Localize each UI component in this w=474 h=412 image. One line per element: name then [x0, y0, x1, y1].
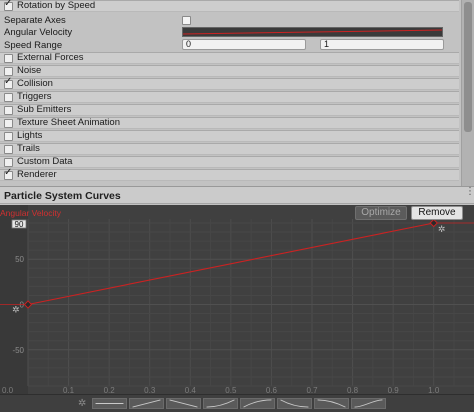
curve-preview-icon — [183, 29, 442, 35]
scrollbar-thumb[interactable] — [464, 2, 472, 132]
separate-axes-checkbox[interactable] — [182, 15, 191, 25]
rotation-by-speed-checkbox[interactable] — [4, 0, 13, 11]
x-tick-label: 0.4 — [185, 386, 197, 394]
module-texture-sheet-animation[interactable]: Texture Sheet Animation — [0, 117, 459, 129]
post-wrap-gear-icon[interactable]: ✲ — [438, 224, 446, 234]
module-label: Renderer — [17, 169, 57, 180]
angular-velocity-label: Angular Velocity — [4, 26, 73, 38]
curves-panel-header: Particle System Curves ⋮ — [0, 186, 474, 204]
speed-range-min-field[interactable]: 0 — [182, 39, 306, 50]
module-label: Custom Data — [17, 156, 73, 167]
x-tick-label: 0.7 — [306, 386, 318, 394]
preset-curve-icon — [280, 399, 309, 408]
pre-wrap-gear-icon[interactable]: ✲ — [12, 305, 20, 315]
module-checkbox[interactable] — [4, 157, 13, 167]
module-collision[interactable]: Collision — [0, 76, 459, 90]
module-label: Sub Emitters — [17, 104, 72, 115]
x-tick-label: 0.0 — [2, 386, 14, 394]
module-external-forces[interactable]: External Forces — [0, 52, 459, 64]
optimize-button[interactable]: Optimize — [355, 206, 407, 220]
x-tick-label: 0.3 — [144, 386, 156, 394]
preset-curve-icon — [169, 399, 198, 408]
x-tick-label: 0.8 — [347, 386, 359, 394]
module-label: Lights — [17, 130, 43, 141]
module-checkbox[interactable] — [4, 53, 13, 63]
module-custom-data[interactable]: Custom Data — [0, 156, 459, 168]
x-tick-label: 0.2 — [104, 386, 116, 394]
curve-preset-button[interactable] — [351, 398, 386, 409]
curve-name-label: Angular Velocity — [0, 208, 61, 218]
panel-menu-icon[interactable]: ⋮ — [465, 187, 474, 197]
inspector-scrollbar[interactable] — [461, 0, 474, 186]
separate-axes-label: Separate Axes — [4, 14, 66, 26]
module-checkbox[interactable] — [4, 144, 13, 154]
module-sub-emitters[interactable]: Sub Emitters — [0, 104, 459, 116]
x-tick-label: 0.9 — [388, 386, 400, 394]
remove-button[interactable]: Remove — [411, 206, 463, 220]
preset-curve-icon — [354, 399, 383, 408]
x-tick-label: 0.6 — [266, 386, 278, 394]
preset-curve-icon — [206, 399, 235, 408]
module-label: Noise — [17, 65, 42, 76]
y-axis-gutter — [0, 205, 28, 394]
module-label: Trails — [17, 143, 40, 154]
curve-preset-button[interactable] — [166, 398, 201, 409]
preset-curve-icon — [132, 399, 161, 408]
module-label: Triggers — [17, 91, 52, 102]
curve-plot[interactable]: 500-500.00.10.20.30.40.50.60.70.80.91.09… — [0, 205, 474, 394]
speed-range-max-field[interactable]: 1 — [320, 39, 444, 50]
curve-presets-bar: ✲ — [0, 394, 474, 412]
max-value-text: 90 — [15, 220, 24, 229]
gear-icon[interactable]: ✲ — [78, 398, 86, 409]
separate-axes-row: Separate Axes — [4, 14, 459, 26]
module-checkbox[interactable] — [4, 105, 13, 115]
module-checkbox[interactable] — [4, 131, 13, 141]
module-rotation-by-speed[interactable]: Rotation by Speed — [0, 0, 459, 12]
curve-preset-button[interactable] — [314, 398, 349, 409]
module-checkbox[interactable] — [4, 167, 13, 180]
x-tick-label: 0.5 — [225, 386, 237, 394]
angular-velocity-curve-field[interactable] — [182, 27, 443, 37]
curve-preset-button[interactable] — [277, 398, 312, 409]
module-checkbox[interactable] — [4, 118, 13, 128]
y-tick-label: 50 — [15, 255, 24, 264]
curve-preset-button[interactable] — [92, 398, 127, 409]
module-triggers[interactable]: Triggers — [0, 91, 459, 103]
module-lights[interactable]: Lights — [0, 130, 459, 142]
module-renderer[interactable]: Renderer — [0, 167, 459, 181]
curve-preset-button[interactable] — [129, 398, 164, 409]
curves-panel-title: Particle System Curves — [4, 190, 121, 202]
curve-preset-button[interactable] — [203, 398, 238, 409]
preset-curve-icon — [317, 399, 346, 408]
speed-range-label: Speed Range — [4, 39, 63, 51]
module-label: Rotation by Speed — [17, 0, 96, 11]
module-label: Collision — [17, 78, 53, 89]
module-checkbox[interactable] — [4, 76, 13, 89]
module-checkbox[interactable] — [4, 66, 13, 76]
module-checkbox[interactable] — [4, 92, 13, 102]
y-tick-label: -50 — [12, 346, 24, 355]
inspector-panel: Rotation by Speed Separate Axes Angular … — [0, 0, 474, 186]
preset-curve-icon — [95, 403, 124, 404]
curve-editor[interactable]: 500-500.00.10.20.30.40.50.60.70.80.91.09… — [0, 205, 474, 394]
x-tick-label: 1.0 — [428, 386, 440, 394]
preset-curve-icon — [243, 399, 272, 408]
module-label: Texture Sheet Animation — [17, 117, 120, 128]
module-label: External Forces — [17, 52, 84, 63]
module-noise[interactable]: Noise — [0, 65, 459, 77]
x-tick-label: 0.1 — [63, 386, 75, 394]
curve-preset-button[interactable] — [240, 398, 275, 409]
module-trails[interactable]: Trails — [0, 143, 459, 155]
